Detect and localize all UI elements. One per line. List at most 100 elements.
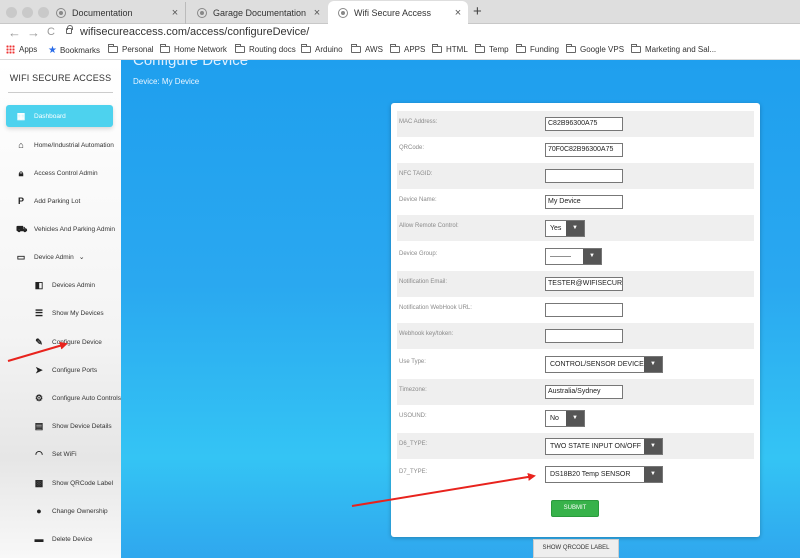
tab-documentation[interactable]: Documentation × [46,2,186,24]
sidebar-item-add-parking-lot[interactable]: P Add Parking Lot [0,190,121,212]
bookmark-marketing[interactable]: Marketing and Sal... [631,44,716,54]
sidebar-item-configure-auto-controls[interactable]: ⚙ Configure Auto Controls [0,387,121,409]
d6-type-select[interactable]: TWO STATE INPUT ON/OFF ▼ [545,438,663,455]
folder-icon [516,44,526,53]
window-close-dot[interactable] [6,7,17,18]
main-content: Configure Device Device: My Device MAC A… [121,60,800,558]
tab-close-icon[interactable]: × [311,7,323,19]
bookmark-label: AWS [365,45,383,54]
sidebar-item-label: Change Ownership [52,507,108,515]
qrcode-field[interactable]: 70F0C82B96300A75 [545,143,623,157]
new-tab-button[interactable]: + [473,3,482,20]
bookmark-personal[interactable]: Personal [108,44,154,54]
sidebar-item-show-device-details[interactable]: ▤ Show Device Details [0,415,121,437]
sidebar-item-vehicles-and-parking-admin[interactable]: ⛟ Vehicles And Parking Admin [0,218,121,240]
form-row-nfc: NFC TAGID: [397,163,754,189]
sidebar-item-home-industrial-automation[interactable]: ⌂ Home/Industrial Automation [0,134,121,156]
chevron-down-icon[interactable]: ▼ [583,249,601,264]
lock-icon [66,25,73,34]
select-value: ——— [550,253,571,260]
usound-select[interactable]: No ▼ [545,410,585,427]
bookmark-label: Temp [489,45,509,54]
bookmark-bookmarks[interactable]: ★ Bookmarks [48,45,100,56]
devices-icon: ◧ [34,280,44,290]
bookmark-label: HTML [446,45,468,54]
tab-garage-documentation[interactable]: Garage Documentation × [187,2,327,24]
forward-arrow-icon[interactable]: → [27,25,40,40]
d6-type-label: D6_TYPE: [399,441,428,447]
bookmark-home-network[interactable]: Home Network [160,44,227,54]
tab-favicon-icon [56,8,66,18]
monitor-icon: ▭ [16,252,26,262]
sidebar-item-label: Delete Device [52,535,93,543]
bookmark-label: APPS [404,45,426,54]
bookmark-html[interactable]: HTML [432,44,468,54]
bookmark-temp[interactable]: Temp [475,44,509,54]
sidebar-item-show-my-devices[interactable]: ☰ Show My Devices [0,302,121,324]
bookmark-routing-docs[interactable]: Routing docs [235,44,296,54]
device-group-select[interactable]: ——— ▼ [545,248,602,265]
factory-icon: ⌂ [18,140,24,150]
sidebar-item-label: Set WiFi [52,450,77,458]
form-row-d7-type: D7_TYPE: DS18B20 Temp SENSOR ▼ [397,461,754,487]
use-type-select[interactable]: CONTROL/SENSOR DEVICE ▼ [545,356,663,373]
apps-grid-icon [6,45,15,54]
sidebar-item-access-control-admin[interactable]: 🔒︎ Access Control Admin [0,162,121,184]
sidebar-item-device-admin[interactable]: ▭ Device Admin ⌄ [0,246,121,268]
folder-icon [475,44,485,53]
show-qrcode-label-button[interactable]: SHOW QRCODE LABEL [533,539,619,558]
window-minimize-dot[interactable] [22,7,33,18]
brand-divider [8,92,113,93]
nfc-tagid-field[interactable] [545,169,623,183]
sidebar-item-configure-ports[interactable]: ➤ Configure Ports [0,359,121,381]
reload-icon[interactable]: C [47,26,55,38]
chevron-down-icon[interactable]: ▼ [566,221,584,236]
device-name-field[interactable]: My Device [545,195,623,209]
bookmark-google-vps[interactable]: Google VPS [566,44,624,54]
bookmark-aws[interactable]: AWS [351,44,383,54]
sidebar-item-configure-device[interactable]: ✎ Configure Device [0,331,121,353]
url-field[interactable]: wifisecureaccess.com/access/configureDev… [80,26,309,38]
notification-email-field[interactable]: TESTER@WIFISECURE [545,277,623,291]
bookmark-label: Home Network [174,45,227,54]
select-value: CONTROL/SENSOR DEVICE [550,361,644,368]
chevron-down-icon: ⌄ [78,254,85,261]
sidebar-item-devices-admin[interactable]: ◧ Devices Admin [0,274,121,296]
chevron-down-icon[interactable]: ▼ [644,467,662,482]
sidebar-item-show-qrcode-label[interactable]: ▩ Show QRCode Label [0,472,121,494]
sidebar-item-dashboard[interactable]: ▦ Dashboard [6,105,113,127]
tab-close-icon[interactable]: × [169,7,181,19]
chevron-down-icon[interactable]: ▼ [644,357,662,372]
timezone-label: Timezone: [399,387,427,393]
mac-address-field[interactable]: C82B96300A75 [545,117,623,131]
trash-icon: ▬ [34,534,44,544]
gear-icon: ⚙ [34,393,44,403]
d7-type-select[interactable]: DS18B20 Temp SENSOR ▼ [545,466,663,483]
tab-wifi-secure-access[interactable]: Wifi Secure Access × [328,1,468,24]
sidebar-item-label: Configure Device [52,338,102,346]
form-row-usound: USOUND: No ▼ [397,405,754,431]
bookmark-apps[interactable]: Apps [6,45,37,54]
submit-button[interactable]: SUBMIT [551,500,599,517]
webhook-key-label: Webhook key/token: [399,331,454,337]
form-row-qrcode: QRCode: 70F0C82B96300A75 [397,137,754,163]
chevron-down-icon[interactable]: ▼ [644,439,662,454]
webhook-key-field[interactable] [545,329,623,343]
form-row-device-name: Device Name: My Device [397,189,754,215]
webhook-url-field[interactable] [545,303,623,317]
back-arrow-icon[interactable]: ← [8,25,21,40]
nfc-label: NFC TAGID: [399,171,433,177]
remote-control-select[interactable]: Yes ▼ [545,220,585,237]
timezone-field[interactable]: Australia/Sydney [545,385,623,399]
bookmark-apps-folder[interactable]: APPS [390,44,426,54]
chevron-down-icon[interactable]: ▼ [566,411,584,426]
tab-close-icon[interactable]: × [452,7,464,19]
sidebar-item-delete-device[interactable]: ▬ Delete Device [0,528,121,550]
form-row-notification-email: Notification Email: TESTER@WIFISECURE [397,271,754,297]
bookmark-funding[interactable]: Funding [516,44,559,54]
sidebar-item-change-ownership[interactable]: ● Change Ownership [0,500,121,522]
bookmark-arduino[interactable]: Arduino [301,44,343,54]
form-row-d6-type: D6_TYPE: TWO STATE INPUT ON/OFF ▼ [397,433,754,459]
sidebar-item-set-wifi[interactable]: ◠ Set WiFi [0,443,121,465]
d7-type-label: D7_TYPE: [399,469,428,475]
